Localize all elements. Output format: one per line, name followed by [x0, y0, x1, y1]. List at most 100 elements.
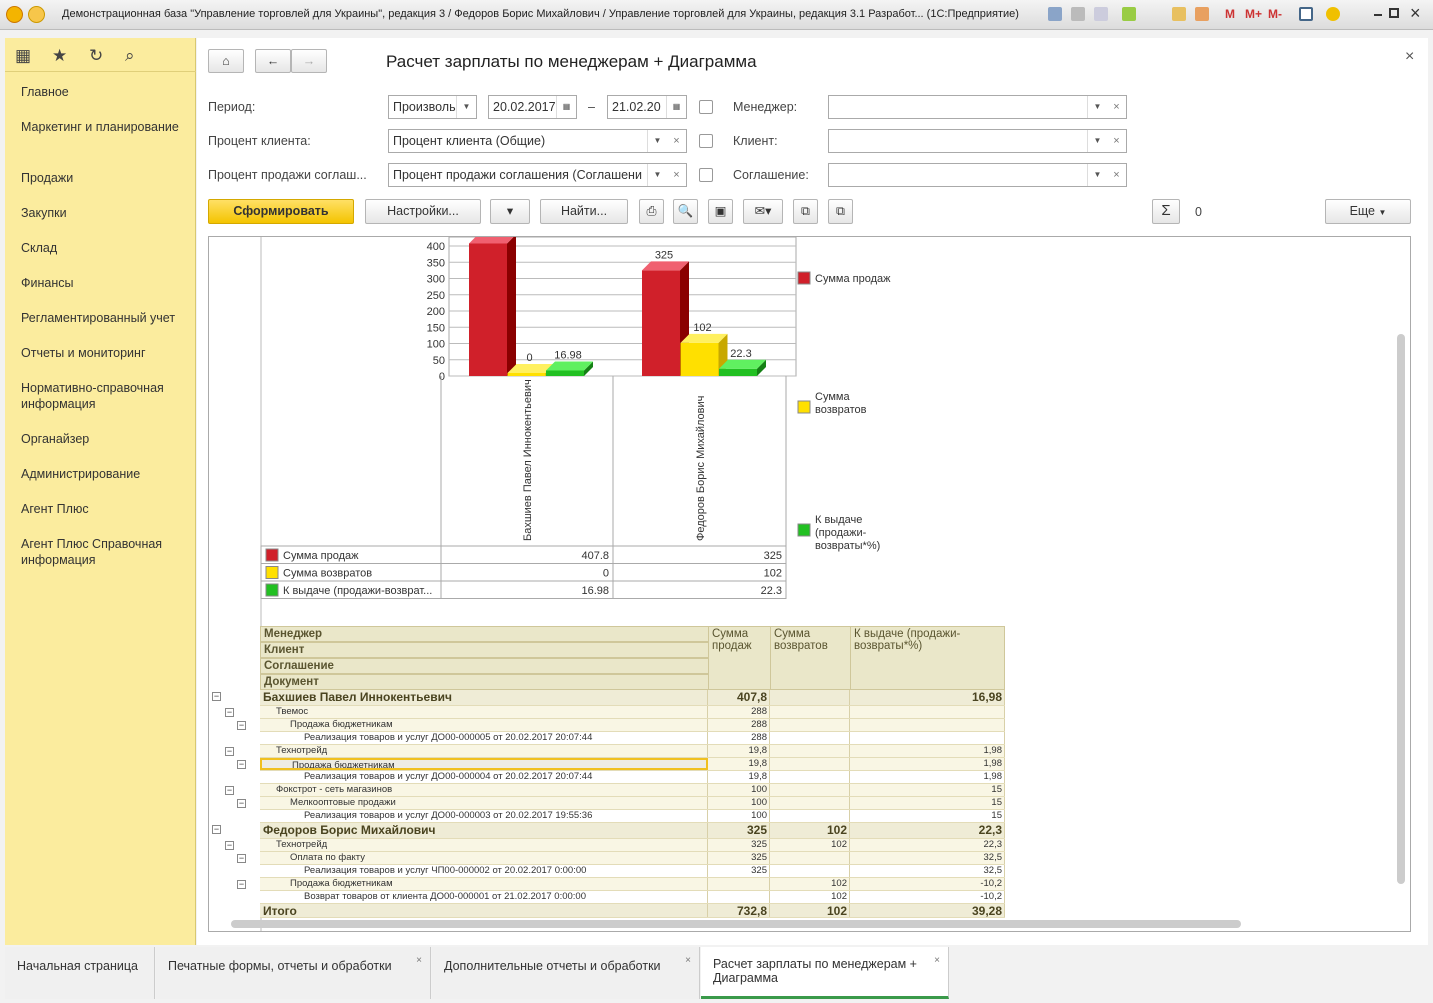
copy-icon[interactable]: ⧉: [793, 199, 818, 224]
search-icon[interactable]: ⌕: [125, 46, 135, 66]
period-type-select[interactable]: Произволь ▼: [388, 95, 477, 119]
home-button[interactable]: ⌂: [208, 49, 244, 73]
tab[interactable]: Печатные формы, отчеты и обработки ×: [156, 947, 431, 999]
sidebar-item[interactable]: Нормативно-справочная информация: [21, 380, 191, 412]
clear-client-button[interactable]: ×: [1107, 129, 1127, 153]
collapse-icon[interactable]: −: [237, 721, 246, 730]
manager-checkbox[interactable]: [699, 100, 713, 114]
header-manager[interactable]: Менеджер: [260, 626, 709, 642]
sidebar-item[interactable]: Регламентированный учет: [21, 310, 191, 326]
memory-minus-button[interactable]: M-: [1268, 7, 1282, 21]
sidebar-item[interactable]: Главное: [21, 84, 191, 100]
tab[interactable]: Расчет зарплаты по менеджерам + Диаграмм…: [701, 947, 949, 999]
table-row[interactable]: Федоров Борис Михайлович 325 102 22,3: [260, 823, 1005, 839]
apps-grid-icon[interactable]: ▦: [15, 46, 31, 66]
table-row[interactable]: Реализация товаров и услуг ДО00-000004 о…: [260, 771, 1005, 784]
calendar-icon[interactable]: [1195, 7, 1209, 21]
close-form-icon[interactable]: ×: [1405, 48, 1414, 66]
menu-icon[interactable]: [28, 6, 45, 23]
generate-button[interactable]: Сформировать: [208, 199, 354, 224]
header-agreement[interactable]: Соглашение: [260, 658, 709, 674]
collapse-icon[interactable]: −: [212, 692, 221, 701]
star-icon[interactable]: ★: [52, 46, 67, 66]
clear-agreement-percent-button[interactable]: ×: [667, 163, 687, 187]
table-row[interactable]: Технотрейд 325 102 22,3: [260, 839, 1005, 852]
header-returns[interactable]: Сумма возвратов: [770, 626, 851, 690]
table-row[interactable]: Мелкооптовые продажи 100 15: [260, 797, 1005, 810]
collapse-icon[interactable]: −: [225, 786, 234, 795]
table-row[interactable]: Бахшиев Павел Иннокентьевич 407,8 16,98: [260, 690, 1005, 706]
more-button[interactable]: Еще ▼: [1325, 199, 1411, 224]
info-icon[interactable]: [1326, 7, 1340, 21]
collapse-icon[interactable]: −: [225, 747, 234, 756]
chevron-down-icon[interactable]: ▼: [647, 130, 667, 152]
close-tab-icon[interactable]: ×: [934, 955, 940, 966]
table-row[interactable]: Возврат товаров от клиента ДО00-000001 о…: [260, 891, 1005, 904]
tab[interactable]: Начальная страница: [5, 947, 155, 999]
sidebar-item[interactable]: Закупки: [21, 205, 191, 221]
table-row[interactable]: Продажа бюджетникам 288: [260, 719, 1005, 732]
table-row[interactable]: Твемос 288: [260, 706, 1005, 719]
chevron-down-icon[interactable]: ▼: [1087, 164, 1107, 186]
collapse-icon[interactable]: −: [212, 825, 221, 834]
paste-icon[interactable]: ⧉: [828, 199, 853, 224]
sidebar-item[interactable]: Склад: [21, 240, 191, 256]
chevron-down-icon[interactable]: ▼: [456, 96, 476, 118]
close-tab-icon[interactable]: ×: [685, 955, 691, 966]
agreement-input[interactable]: ▼: [828, 163, 1108, 187]
clear-client-percent-button[interactable]: ×: [667, 129, 687, 153]
sidebar-item[interactable]: Маркетинг и планирование: [21, 119, 191, 135]
vertical-scrollbar[interactable]: [1397, 334, 1405, 884]
print-icon[interactable]: ⎙: [639, 199, 664, 224]
chevron-down-icon[interactable]: ▼: [1087, 130, 1107, 152]
app-logo-icon[interactable]: [6, 6, 23, 23]
header-client[interactable]: Клиент: [260, 642, 709, 658]
sidebar-item[interactable]: Агент Плюс: [21, 501, 191, 517]
client-checkbox[interactable]: [699, 134, 713, 148]
table-row[interactable]: Продажа бюджетникам 19,8 1,98: [260, 758, 1005, 771]
calendar-icon[interactable]: ▦: [666, 96, 686, 118]
table-row[interactable]: Итого 732,8 102 39,28: [260, 904, 1005, 918]
panel-icon[interactable]: [1299, 7, 1313, 21]
close-tab-icon[interactable]: ×: [416, 955, 422, 966]
date-from-input[interactable]: 20.02.2017 ▦: [488, 95, 577, 119]
clear-agreement-button[interactable]: ×: [1107, 163, 1127, 187]
memory-m-button[interactable]: M: [1225, 7, 1235, 21]
sidebar-item[interactable]: Агент Плюс Справочная информация: [21, 536, 191, 568]
collapse-icon[interactable]: −: [225, 841, 234, 850]
clear-manager-button[interactable]: ×: [1107, 95, 1127, 119]
collapse-icon[interactable]: −: [225, 708, 234, 717]
sidebar-item[interactable]: Продажи: [21, 170, 191, 186]
header-payout[interactable]: К выдаче (продажи-возвраты*%): [850, 626, 1005, 690]
tab[interactable]: Дополнительные отчеты и обработки ×: [432, 947, 700, 999]
sidebar-item[interactable]: Финансы: [21, 275, 191, 291]
back-button[interactable]: ←: [255, 49, 291, 73]
calendar-icon[interactable]: ▦: [556, 96, 576, 118]
favorite-icon[interactable]: [1122, 7, 1136, 21]
minimize-icon[interactable]: [1374, 14, 1382, 16]
client-input[interactable]: ▼: [828, 129, 1108, 153]
table-row[interactable]: Оплата по факту 325 32,5: [260, 852, 1005, 865]
client-percent-select[interactable]: Процент клиента (Общие) ▼: [388, 129, 668, 153]
preview-icon[interactable]: 🔍: [673, 199, 698, 224]
table-row[interactable]: Реализация товаров и услуг ЧП00-000002 о…: [260, 865, 1005, 878]
agreement-checkbox[interactable]: [699, 168, 713, 182]
email-icon[interactable]: ✉▾: [743, 199, 783, 224]
horizontal-scrollbar[interactable]: [231, 920, 1241, 928]
save-icon[interactable]: [1048, 7, 1062, 21]
preview-icon[interactable]: [1094, 7, 1108, 21]
settings-button[interactable]: Настройки...: [365, 199, 481, 224]
header-document[interactable]: Документ: [260, 674, 709, 690]
history-icon[interactable]: ↻: [89, 46, 103, 66]
save-icon[interactable]: ▣: [708, 199, 733, 224]
header-sales[interactable]: Сумма продаж: [708, 626, 771, 690]
variant-button[interactable]: ▾: [490, 199, 530, 224]
sum-button[interactable]: Σ: [1152, 199, 1180, 224]
collapse-icon[interactable]: −: [237, 880, 246, 889]
manager-input[interactable]: ▼: [828, 95, 1108, 119]
table-row[interactable]: Фокстрот - сеть магазинов 100 15: [260, 784, 1005, 797]
forward-button[interactable]: →: [291, 49, 327, 73]
collapse-icon[interactable]: −: [237, 760, 246, 769]
collapse-icon[interactable]: −: [237, 854, 246, 863]
agreement-percent-select[interactable]: Процент продажи соглашения (Соглашени ▼: [388, 163, 668, 187]
